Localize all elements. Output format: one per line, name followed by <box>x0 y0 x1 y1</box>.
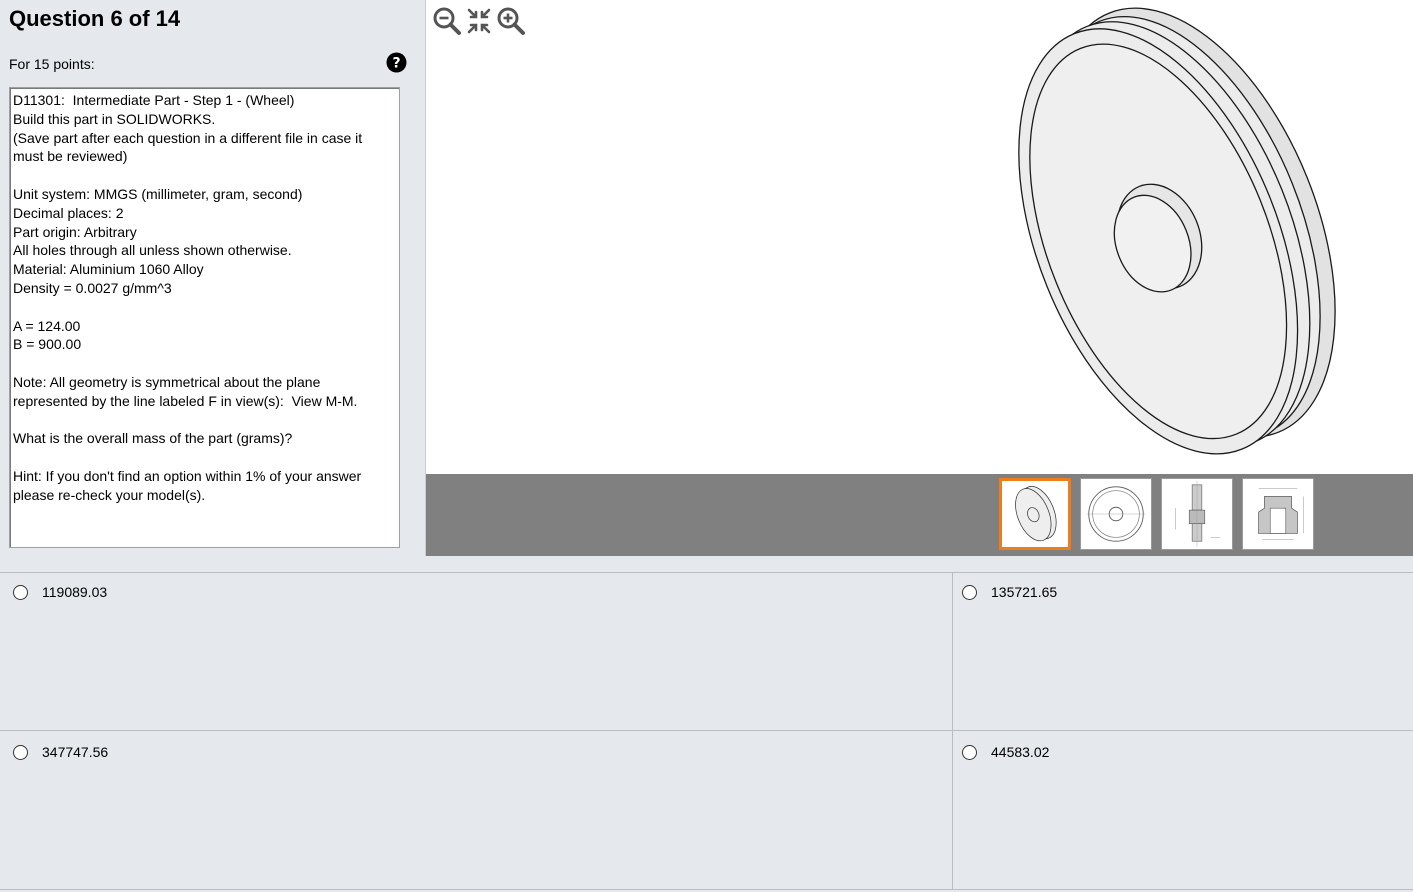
detail-section-thumbnail-image <box>1258 488 1304 540</box>
answer-value: 119089.03 <box>42 584 108 600</box>
question-line <box>13 298 396 317</box>
wheel-3d-model-image <box>1018 7 1336 455</box>
question-text-box[interactable]: D11301: Intermediate Part - Step 1 - (Wh… <box>9 87 400 548</box>
question-line: D11301: Intermediate Part - Step 1 - (Wh… <box>13 92 295 108</box>
question-line: represented by the line labeled F in vie… <box>13 392 358 409</box>
answer-option-3[interactable]: 347747.56 <box>13 742 108 762</box>
question-line: (Save part after each question in a diff… <box>13 129 363 146</box>
question-line: A = 124.00 <box>13 317 81 334</box>
thumbnail-detail-section-view[interactable] <box>1242 478 1314 550</box>
radio-button[interactable] <box>962 584 977 600</box>
thumbnail-strip <box>426 474 1413 556</box>
points-label: For 15 points: <box>9 56 95 72</box>
question-line: Material: Aluminium 1060 Alloy <box>13 261 204 278</box>
question-line <box>13 166 396 185</box>
divider <box>0 572 1413 573</box>
answer-value: 44583.02 <box>991 744 1050 760</box>
radio-button[interactable] <box>13 744 28 760</box>
isometric-thumbnail-image <box>1015 486 1057 542</box>
divider <box>0 730 1413 731</box>
question-line: Build this part in SOLIDWORKS. <box>13 110 216 127</box>
question-line: What is the overall mass of the part (gr… <box>13 430 293 447</box>
radio-button[interactable] <box>13 584 28 600</box>
zoom-in-icon[interactable] <box>496 6 526 36</box>
question-circle-icon[interactable]: ? <box>386 52 407 73</box>
question-panel: Question 6 of 14 For 15 points: ? D11301… <box>0 0 424 556</box>
answer-options: 119089.03 135721.65 347747.56 44583.02 <box>0 572 1413 892</box>
divider <box>0 889 1413 890</box>
answer-value: 135721.65 <box>991 584 1058 600</box>
thumbnail-isometric-view[interactable] <box>999 478 1071 550</box>
zoom-toolbar <box>432 5 526 37</box>
question-line: Unit system: MMGS (millimeter, gram, sec… <box>13 185 303 202</box>
question-line <box>13 448 396 467</box>
front-view-thumbnail-image <box>1086 486 1146 542</box>
answer-option-2[interactable]: 135721.65 <box>962 582 1057 602</box>
answer-option-1[interactable]: 119089.03 <box>13 582 107 602</box>
question-title: Question 6 of 14 <box>9 6 181 31</box>
answer-value: 347747.56 <box>42 744 109 760</box>
question-line: please re-check your model(s). <box>13 486 206 503</box>
question-line <box>13 411 396 430</box>
thumbnail-front-view[interactable] <box>1080 478 1152 550</box>
question-line <box>13 354 396 373</box>
question-line: Hint: If you don't find an option within… <box>13 467 362 484</box>
fit-to-window-icon[interactable] <box>464 6 494 36</box>
question-line: Decimal places: 2 <box>13 204 124 221</box>
thumbnail-side-section-view[interactable] <box>1161 478 1233 550</box>
answer-option-4[interactable]: 44583.02 <box>962 742 1049 762</box>
question-line: Note: All geometry is symmetrical about … <box>13 373 321 390</box>
question-line: Density = 0.0027 g/mm^3 <box>13 279 172 296</box>
question-line: must be reviewed) <box>13 148 128 165</box>
side-section-thumbnail-image <box>1175 480 1221 548</box>
question-line: Part origin: Arbitrary <box>13 223 137 240</box>
question-line: All holes through all unless shown other… <box>13 242 292 259</box>
divider <box>952 572 953 890</box>
zoom-out-icon[interactable] <box>432 6 462 36</box>
radio-button[interactable] <box>962 744 977 760</box>
question-line: B = 900.00 <box>13 336 82 353</box>
image-viewer <box>425 0 1413 556</box>
svg-text:?: ? <box>392 56 400 72</box>
